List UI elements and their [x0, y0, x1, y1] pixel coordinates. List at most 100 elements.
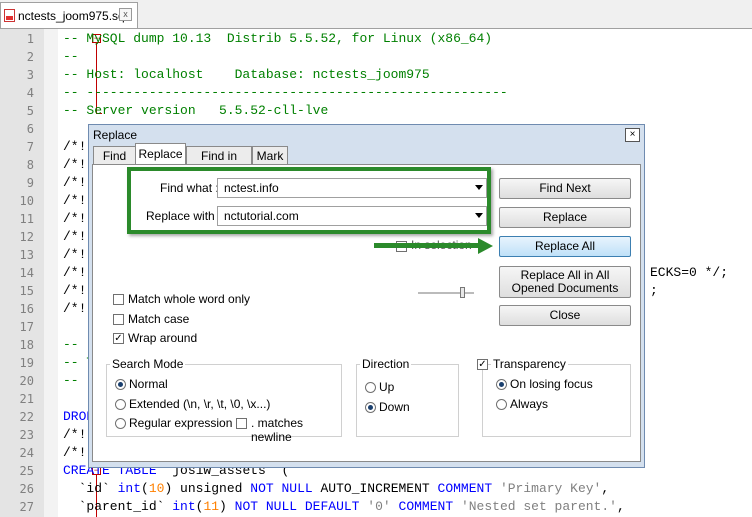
tab-find[interactable]: Find: [93, 146, 136, 164]
tab-mark[interactable]: Mark: [252, 146, 288, 164]
highlight-box: [127, 167, 491, 234]
code-line: -- Host: localhost Database: nctests_joo…: [63, 67, 430, 82]
line-number: 21: [19, 392, 34, 406]
line-number: 12: [19, 230, 34, 244]
line-number: 17: [19, 320, 34, 334]
search-mode-title: Search Mode: [110, 357, 186, 371]
direction-group: Direction Up Down: [356, 357, 459, 437]
regex-radio[interactable]: [115, 418, 126, 429]
matches-newline-checkbox[interactable]: [236, 418, 247, 429]
code-line: /*!: [63, 265, 87, 280]
line-number: 4: [26, 86, 34, 100]
dialog-title: Replace: [93, 128, 138, 142]
extended-radio[interactable]: [115, 399, 126, 410]
always-label: Always: [510, 397, 549, 411]
line-number: 19: [19, 356, 34, 370]
fold-margin[interactable]: − − −: [44, 29, 102, 517]
code-line: -- -------------------------------------…: [63, 85, 508, 100]
transparency-title: Transparency: [491, 357, 568, 371]
code-line: /*!: [63, 427, 87, 442]
match-case-checkbox[interactable]: [113, 314, 124, 325]
tab-replace[interactable]: Replace: [135, 143, 186, 165]
find-next-button[interactable]: Find Next: [499, 178, 631, 199]
code-line: /*!: [63, 193, 87, 208]
code-line: /*!: [63, 283, 87, 298]
line-number: 18: [19, 338, 34, 352]
on-losing-focus-label: On losing focus: [510, 377, 593, 391]
up-radio[interactable]: [365, 382, 376, 393]
on-losing-focus-radio[interactable]: [496, 379, 507, 390]
direction-title: Direction: [360, 357, 412, 371]
line-number: 26: [19, 482, 34, 496]
line-number: 8: [26, 158, 34, 172]
code-fragment: ECKS=0 */;: [650, 265, 729, 280]
code-line: -- MySQL dump 10.13 Distrib 5.5.52, for …: [63, 31, 493, 46]
line-number: 10: [19, 194, 34, 208]
code-line: /*!: [63, 211, 87, 226]
file-tab-label: nctests_joom975.sql: [18, 9, 128, 23]
line-number: 14: [19, 266, 34, 280]
matches-newline-label: . matches newline: [251, 416, 304, 444]
code-line: --: [63, 49, 79, 64]
search-mode-group: Search Mode Normal Extended (\n, \r, \t,…: [106, 357, 342, 444]
line-number: 2: [26, 50, 34, 64]
code-line: /*!: [63, 247, 87, 262]
code-line: /*!: [63, 301, 87, 316]
match-case-label: Match case: [128, 312, 190, 326]
line-number: 6: [26, 122, 34, 136]
wrap-around-label: Wrap around: [128, 331, 198, 345]
line-number: 1: [26, 32, 34, 46]
line-number: 3: [26, 68, 34, 82]
code-line: -- Server version 5.5.52-cll-lve: [63, 103, 329, 118]
transparency-slider[interactable]: [418, 292, 474, 295]
code-line: /*!: [63, 445, 87, 460]
transparency-group: ✓ Transparency On losing focus Always: [477, 357, 631, 437]
close-button[interactable]: Close: [499, 305, 631, 326]
match-whole-word-label: Match whole word only: [128, 292, 251, 306]
down-label: Down: [379, 400, 410, 414]
up-label: Up: [379, 380, 395, 394]
code-line: /*!: [63, 229, 87, 244]
arrow-head-icon: [478, 238, 493, 254]
line-number: 27: [19, 500, 34, 514]
close-tab-icon[interactable]: x: [119, 8, 132, 21]
line-number: 16: [19, 302, 34, 316]
transparency-slider-thumb[interactable]: [460, 287, 465, 298]
line-number: 7: [26, 140, 34, 154]
line-number: 22: [19, 410, 34, 424]
line-number: 11: [19, 212, 34, 226]
match-whole-word-checkbox[interactable]: [113, 294, 124, 305]
file-tab[interactable]: nctests_joom975.sql x: [0, 2, 138, 28]
line-number: 23: [19, 428, 34, 442]
transparency-checkbox[interactable]: ✓: [477, 359, 488, 370]
line-number: 5: [26, 104, 34, 118]
replace-all-opened-button[interactable]: Replace All in All Opened Documents: [499, 266, 631, 298]
code-line: `parent_id` int(11) NOT NULL DEFAULT '0'…: [63, 499, 625, 514]
wrap-around-checkbox[interactable]: ✓: [113, 333, 124, 344]
file-icon: [4, 9, 15, 22]
line-number: 20: [19, 374, 34, 388]
document-tab-bar: nctests_joom975.sql x: [0, 0, 752, 29]
regex-label: Regular expression: [129, 416, 233, 430]
code-line: /*!: [63, 139, 87, 154]
code-line: --: [63, 373, 79, 388]
dialog-close-button[interactable]: ×: [625, 128, 640, 142]
line-number: 15: [19, 284, 34, 298]
code-line: /*!: [63, 175, 87, 190]
replace-all-button[interactable]: Replace All: [499, 236, 631, 257]
down-radio[interactable]: [365, 402, 376, 413]
always-radio[interactable]: [496, 399, 507, 410]
line-number-gutter: 1 2 3 4 5 6 7 8 9 10 11 12 13 14 15 16 17 18 19 20 21 22 23 24 2…: [0, 29, 44, 517]
tab-find-in-files[interactable]: Find in Files: [186, 146, 252, 181]
highlight-arrow: [374, 243, 480, 248]
line-number: 24: [19, 446, 34, 460]
normal-radio[interactable]: [115, 379, 126, 390]
normal-label: Normal: [129, 377, 168, 391]
code-line: --: [63, 337, 79, 352]
code-line: /*!: [63, 157, 87, 172]
extended-label: Extended (\n, \r, \t, \0, \x...): [129, 397, 271, 411]
line-number: 13: [19, 248, 34, 262]
code-fragment: ;: [650, 283, 658, 298]
line-number: 25: [19, 464, 34, 478]
replace-button[interactable]: Replace: [499, 207, 631, 228]
